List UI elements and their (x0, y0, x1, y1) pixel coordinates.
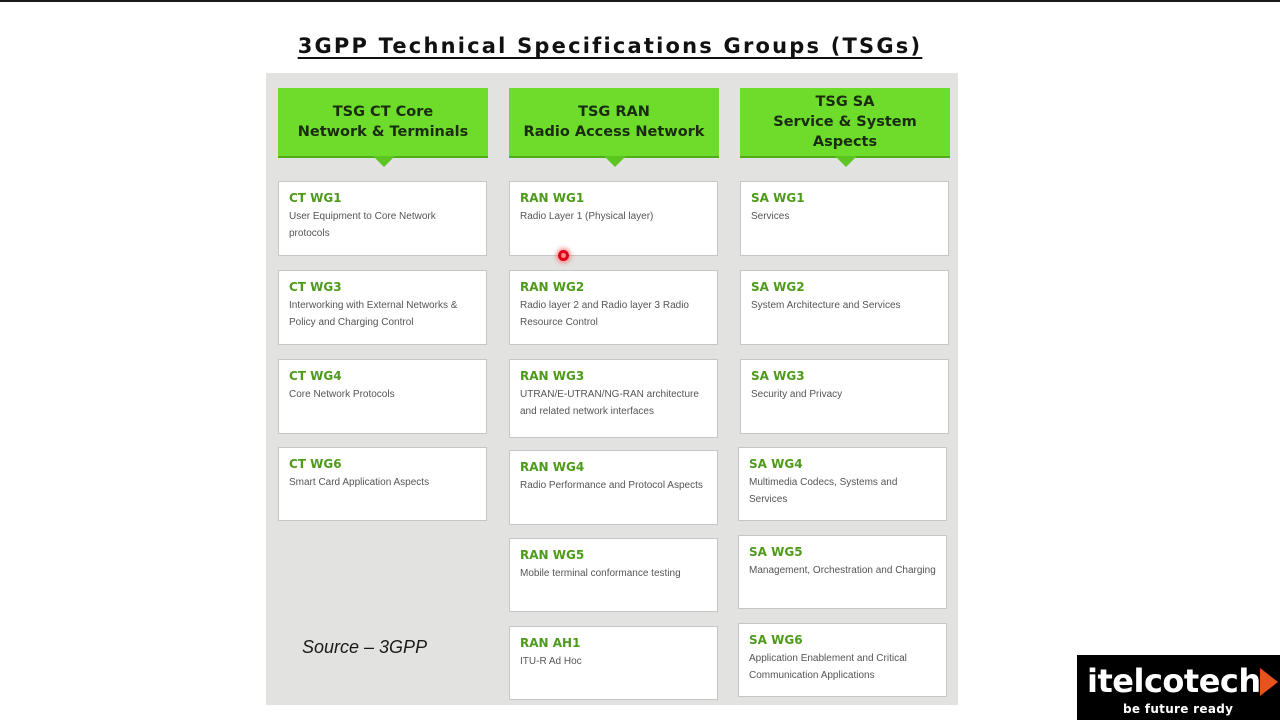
wg-description: Services (751, 211, 790, 222)
down-arrow-icon (835, 156, 857, 167)
wg-description: Radio layer 2 and Radio layer 3 Radio Re… (520, 300, 689, 328)
wg-description: Management, Orchestration and Charging (749, 565, 936, 576)
wg-description: Application Enablement and Critical Comm… (749, 653, 907, 681)
top-border-line (0, 0, 1280, 2)
play-triangle-icon (1260, 668, 1278, 696)
wg-description: Security and Privacy (751, 389, 843, 400)
wg-description: ITU-R Ad Hoc (520, 656, 582, 667)
wg-card-sa-wg2: SA WG2 System Architecture and Services (740, 270, 949, 345)
wg-name: RAN WG4 (520, 460, 585, 474)
wg-name: RAN WG1 (520, 191, 585, 205)
wg-description: Core Network Protocols (289, 389, 395, 400)
wg-name: CT WG3 (289, 280, 342, 294)
wg-description: Radio Layer 1 (Physical layer) (520, 211, 654, 222)
wg-name: RAN WG5 (520, 548, 585, 562)
wg-card-ct-wg1: CT WG1 User Equipment to Core Network pr… (278, 181, 487, 256)
wg-name: RAN WG2 (520, 280, 585, 294)
page-title: 3GPP Technical Specifications Groups (TS… (297, 34, 923, 58)
wg-card-sa-wg1: SA WG1 Services (740, 181, 949, 256)
wg-card-ct-wg6: CT WG6 Smart Card Application Aspects (278, 447, 487, 521)
wg-card-sa-wg6: SA WG6 Application Enablement and Critic… (738, 623, 947, 697)
header-sa-line2: Service & System Aspects (773, 114, 917, 150)
wg-name: SA WG5 (749, 545, 803, 559)
wg-name: SA WG3 (751, 369, 805, 383)
wg-card-ran-ah1: RAN AH1 ITU-R Ad Hoc (509, 626, 718, 700)
header-ran-line1: TSG RAN (578, 104, 650, 120)
header-tsg-sa: TSG SA Service & System Aspects (740, 88, 950, 167)
wg-card-sa-wg5: SA WG5 Management, Orchestration and Cha… (738, 535, 947, 609)
pointer-highlight-icon (558, 250, 569, 261)
wg-card-ran-wg3: RAN WG3 UTRAN/E-UTRAN/NG-RAN architectur… (509, 359, 718, 438)
header-ct-line2: Network & Terminals (297, 124, 469, 140)
wg-description: Radio Performance and Protocol Aspects (520, 480, 703, 491)
down-arrow-icon (604, 156, 626, 167)
header-ran-line2: Radio Access Network (523, 124, 705, 140)
header-tsg-ran: TSG RAN Radio Access Network (509, 88, 719, 167)
header-ct-line1: TSG CT Core (332, 104, 434, 120)
wg-name: SA WG1 (751, 191, 805, 205)
wg-description: User Equipment to Core Network protocols (289, 211, 436, 239)
wg-description: Mobile terminal conformance testing (520, 568, 681, 579)
brand-tagline: be future ready (1123, 702, 1234, 716)
wg-description: Multimedia Codecs, Systems and Services (749, 477, 898, 505)
brand-name: itelcotech (1087, 662, 1261, 700)
wg-description: System Architecture and Services (751, 300, 901, 311)
wg-card-sa-wg3: SA WG3 Security and Privacy (740, 359, 949, 434)
down-arrow-icon (373, 156, 395, 167)
wg-description: Smart Card Application Aspects (289, 477, 430, 488)
wg-card-sa-wg4: SA WG4 Multimedia Codecs, Systems and Se… (738, 447, 947, 521)
wg-name: RAN WG3 (520, 369, 585, 383)
wg-name: CT WG6 (289, 457, 342, 471)
wg-card-ran-wg4: RAN WG4 Radio Performance and Protocol A… (509, 450, 718, 525)
wg-description: Interworking with External Networks & Po… (289, 300, 458, 328)
wg-card-ran-wg2: RAN WG2 Radio layer 2 and Radio layer 3 … (509, 270, 718, 345)
wg-card-ct-wg3: CT WG3 Interworking with External Networ… (278, 270, 487, 345)
wg-description: UTRAN/E-UTRAN/NG-RAN architecture and re… (520, 389, 699, 417)
wg-name: CT WG1 (289, 191, 342, 205)
wg-name: SA WG6 (749, 633, 803, 647)
source-caption: Source – 3GPP (302, 637, 428, 657)
wg-name: SA WG4 (749, 457, 803, 471)
brand-logo: itelcotech be future ready (1077, 655, 1280, 720)
wg-name: SA WG2 (751, 280, 805, 294)
header-sa-line1: TSG SA (815, 94, 875, 110)
header-tsg-ct: TSG CT Core Network & Terminals (278, 88, 488, 167)
wg-card-ran-wg5: RAN WG5 Mobile terminal conformance test… (509, 538, 718, 612)
wg-card-ran-wg1: RAN WG1 Radio Layer 1 (Physical layer) (509, 181, 718, 256)
wg-name: CT WG4 (289, 369, 342, 383)
wg-card-ct-wg4: CT WG4 Core Network Protocols (278, 359, 487, 434)
wg-name: RAN AH1 (520, 636, 581, 650)
